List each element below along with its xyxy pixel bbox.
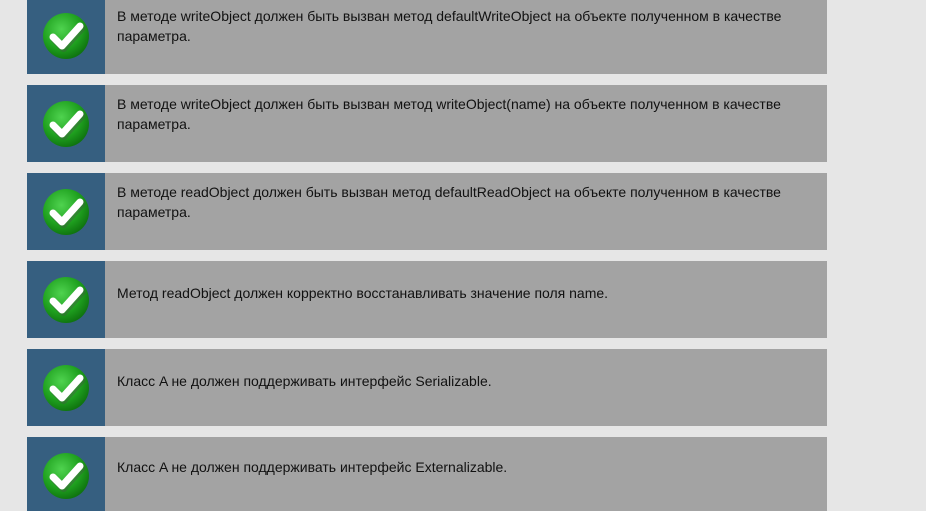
- green-checkmark-icon: [43, 100, 89, 147]
- requirement-row: В методе readObject должен быть вызван м…: [27, 173, 827, 250]
- requirement-row: Метод readObject должен корректно восста…: [27, 261, 827, 338]
- green-checkmark-icon: [43, 452, 89, 499]
- requirement-row: В методе writeObject должен быть вызван …: [27, 0, 827, 74]
- requirements-list: В методе writeObject должен быть вызван …: [0, 0, 926, 511]
- requirement-text: В методе writeObject должен быть вызван …: [117, 96, 781, 132]
- status-cell: [27, 349, 105, 426]
- status-cell: [27, 173, 105, 250]
- requirement-text: В методе writeObject должен быть вызван …: [117, 8, 782, 44]
- status-cell: [27, 437, 105, 511]
- status-cell: [27, 85, 105, 162]
- requirement-text: Метод readObject должен корректно восста…: [117, 285, 609, 301]
- requirement-text: Класс A не должен поддерживать интерфейс…: [117, 459, 508, 475]
- requirement-row: Класс A не должен поддерживать интерфейс…: [27, 349, 827, 426]
- status-cell: [27, 0, 105, 74]
- requirement-text: Класс A не должен поддерживать интерфейс…: [117, 373, 492, 389]
- green-checkmark-icon: [43, 364, 89, 411]
- green-checkmark-icon: [43, 188, 89, 235]
- green-checkmark-icon: [43, 12, 89, 59]
- requirement-row: В методе writeObject должен быть вызван …: [27, 85, 827, 162]
- green-checkmark-icon: [43, 276, 89, 323]
- requirement-row: Класс A не должен поддерживать интерфейс…: [27, 437, 827, 511]
- status-cell: [27, 261, 105, 338]
- requirement-text: В методе readObject должен быть вызван м…: [117, 184, 781, 220]
